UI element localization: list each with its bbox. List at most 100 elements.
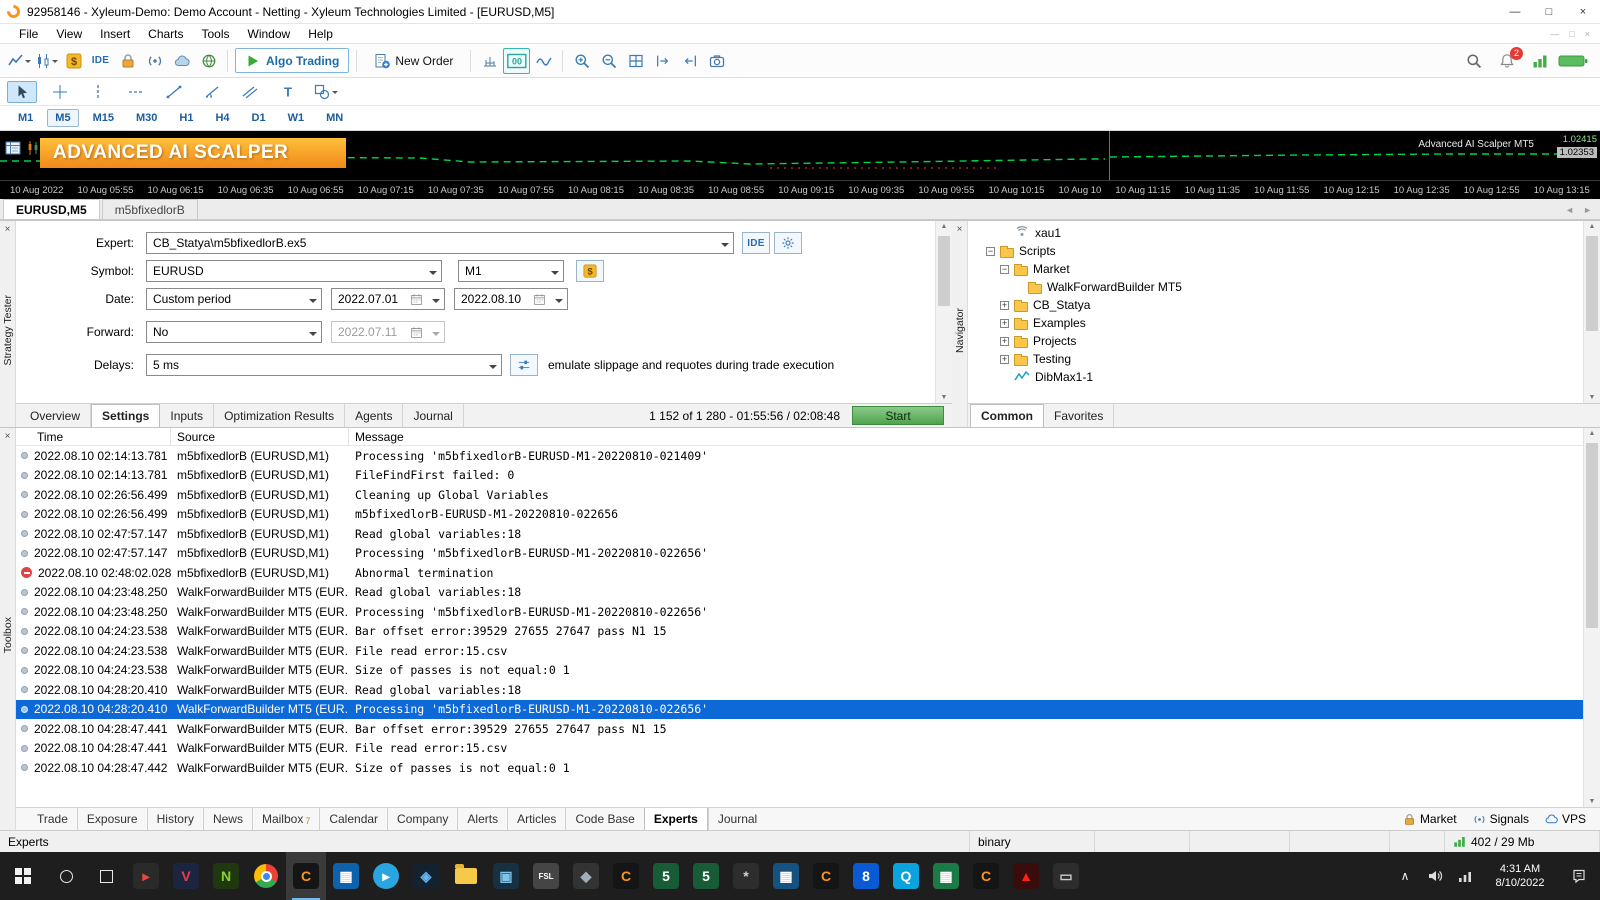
log-row[interactable]: 2022.08.10 04:24:23.538 WalkForwardBuilde… — [16, 661, 1583, 681]
trendline-angle-tool[interactable] — [197, 81, 227, 103]
menu-help[interactable]: Help — [299, 24, 342, 43]
log-row[interactable]: 2022.08.10 04:28:20.410 WalkForwardBuilde… — [16, 680, 1583, 700]
market-depth-button[interactable]: 00 — [503, 47, 531, 74]
log-row[interactable]: 2022.08.10 02:26:56.499 m5bfixedlorB (EUR… — [16, 505, 1583, 525]
notifications-button[interactable]: 2 — [1493, 46, 1523, 74]
taskbar-app-excel[interactable]: ▦ — [926, 852, 966, 900]
taskbar-app-q[interactable]: Q — [886, 852, 926, 900]
scroll-up-icon[interactable]: ▲ — [1589, 223, 1596, 230]
chart-tab-eurusd-m5[interactable]: EURUSD,M5 — [3, 199, 100, 219]
forward-combo[interactable]: No — [146, 321, 322, 343]
signals-button[interactable] — [141, 48, 168, 74]
service-market[interactable]: Market — [1403, 812, 1457, 826]
volume-icon[interactable] — [1421, 852, 1449, 900]
zoom-out-button[interactable] — [595, 48, 622, 74]
log-row[interactable]: 2022.08.10 02:14:13.781 m5bfixedlorB (EUR… — [16, 446, 1583, 466]
network-icon[interactable] — [1451, 852, 1479, 900]
menu-charts[interactable]: Charts — [139, 24, 192, 43]
close-navigator-icon[interactable]: × — [957, 224, 963, 237]
service-vps[interactable]: VPS — [1545, 812, 1586, 826]
navigator-item-xau1[interactable]: xau1 — [968, 224, 1583, 242]
taskbar-app-mt5[interactable]: C — [286, 852, 326, 900]
zoom-in-button[interactable] — [568, 48, 595, 74]
taskbar-app-vs[interactable]: ▦ — [766, 852, 806, 900]
chart-area[interactable]: ADVANCED AI SCALPER Advanced AI Scalper … — [0, 131, 1600, 199]
navigator-scrollbar[interactable]: ▲ ▼ — [1583, 221, 1600, 403]
taskbar-app-excel5a[interactable]: 5 — [646, 852, 686, 900]
maximize-button[interactable]: □ — [1532, 0, 1566, 23]
horizontal-line-tool[interactable] — [121, 81, 151, 103]
equidistant-channel-tool[interactable] — [235, 81, 265, 103]
scroll-down-icon[interactable]: ▼ — [1589, 394, 1596, 401]
menu-file[interactable]: File — [10, 24, 47, 43]
taskbar-app-mt5-3[interactable]: C — [806, 852, 846, 900]
service-signals[interactable]: Signals — [1473, 812, 1529, 826]
navigator-item-examples[interactable]: + Examples — [968, 314, 1583, 332]
tester-tab-journal[interactable]: Journal — [403, 404, 464, 427]
expand-plus-icon[interactable]: + — [1000, 300, 1009, 310]
column-message[interactable]: Message — [349, 428, 1583, 445]
menu-window[interactable]: Window — [239, 24, 300, 43]
log-row[interactable]: 2022.08.10 02:14:13.781 m5bfixedlorB (EUR… — [16, 466, 1583, 486]
tester-tab-overview[interactable]: Overview — [20, 404, 92, 427]
tester-tab-settings[interactable]: Settings — [91, 404, 161, 427]
toolbox-tab-company[interactable]: Company — [387, 808, 457, 830]
taskbar-app-explorer[interactable] — [446, 852, 486, 900]
connection-status-icon[interactable] — [1558, 48, 1587, 74]
delays-combo[interactable]: 5 ms — [146, 354, 502, 376]
taskbar-app-mail[interactable]: ◈ — [406, 852, 446, 900]
toolbox-tab-exposure[interactable]: Exposure — [76, 808, 147, 830]
log-row[interactable]: 2022.08.10 04:24:23.538 WalkForwardBuilde… — [16, 622, 1583, 642]
timeframe-m15[interactable]: M15 — [85, 109, 122, 127]
column-source[interactable]: Source — [171, 428, 349, 445]
scrollbar-thumb[interactable] — [938, 236, 950, 306]
timeframe-mn[interactable]: MN — [318, 109, 351, 127]
mdi-restore-icon[interactable]: □ — [1569, 29, 1574, 39]
timeframe-w1[interactable]: W1 — [280, 109, 313, 127]
log-row[interactable]: 2022.08.10 02:47:57.147 m5bfixedlorB (EUR… — [16, 524, 1583, 544]
toolbox-tab-news[interactable]: News — [202, 808, 252, 830]
log-row[interactable]: 2022.08.10 04:23:48.250 WalkForwardBuilde… — [16, 583, 1583, 603]
timeframe-h1[interactable]: H1 — [171, 109, 201, 127]
taskbar-app-telegram[interactable]: ▸ — [366, 852, 406, 900]
taskbar-app-device[interactable]: ▭ — [1046, 852, 1086, 900]
taskbar-app-excel5b[interactable]: 5 — [686, 852, 726, 900]
column-time[interactable]: Time — [16, 428, 171, 445]
timeframe-m30[interactable]: M30 — [128, 109, 165, 127]
navigator-item-scripts[interactable]: − Scripts — [968, 242, 1583, 260]
toolbox-tab-code-base[interactable]: Code Base — [565, 808, 643, 830]
expert-properties-button[interactable] — [774, 232, 802, 254]
tray-expand-icon[interactable]: ∧ — [1391, 852, 1419, 900]
chart-tab-m5bfixedlorb[interactable]: m5bfixedlorB — [101, 199, 198, 219]
navigator-tab-common[interactable]: Common — [970, 404, 1044, 427]
tester-tab-inputs[interactable]: Inputs — [160, 404, 215, 427]
timeframe-m5[interactable]: M5 — [47, 109, 79, 127]
log-row[interactable]: 2022.08.10 04:28:47.441 WalkForwardBuilde… — [16, 719, 1583, 739]
menu-view[interactable]: View — [47, 24, 91, 43]
chart-autoscroll-button[interactable] — [676, 48, 703, 74]
taskbar-app-gray[interactable]: ◆ — [566, 852, 606, 900]
date-from-field[interactable]: 2022.07.01 — [331, 288, 445, 310]
toolbox-tab-journal[interactable]: Journal — [707, 808, 766, 830]
chart-window-button[interactable] — [33, 48, 60, 74]
trendline-tool[interactable] — [159, 81, 189, 103]
toolbox-tab-experts[interactable]: Experts — [643, 808, 708, 830]
taskbar-app-vivaldi[interactable]: V — [166, 852, 206, 900]
algo-trading-button[interactable]: Algo Trading — [235, 48, 350, 73]
toolbox-tab-mailbox[interactable]: Mailbox 7 — [251, 808, 319, 830]
log-row[interactable]: 2022.08.10 04:28:47.442 WalkForwardBuilde… — [16, 758, 1583, 778]
start-button-windows[interactable] — [0, 852, 46, 900]
expand-plus-icon[interactable]: + — [1000, 336, 1009, 346]
vertical-line-tool[interactable] — [83, 81, 113, 103]
traffic-stats-icon[interactable] — [1526, 48, 1553, 74]
log-row[interactable]: 2022.08.10 04:28:20.410 WalkForwardBuilde… — [16, 699, 1583, 719]
toolbox-tab-calendar[interactable]: Calendar — [319, 808, 387, 830]
menu-tools[interactable]: Tools — [193, 24, 239, 43]
tick-chart-button[interactable] — [476, 48, 503, 74]
mini-chart-icon[interactable] — [25, 140, 41, 156]
navigator-item-projects[interactable]: + Projects — [968, 332, 1583, 350]
taskbar-app-mt5-4[interactable]: C — [966, 852, 1006, 900]
minimize-button[interactable]: — — [1498, 0, 1532, 23]
symbol-combo[interactable]: EURUSD — [146, 260, 442, 282]
symbol-properties-button[interactable]: $ — [576, 260, 604, 282]
